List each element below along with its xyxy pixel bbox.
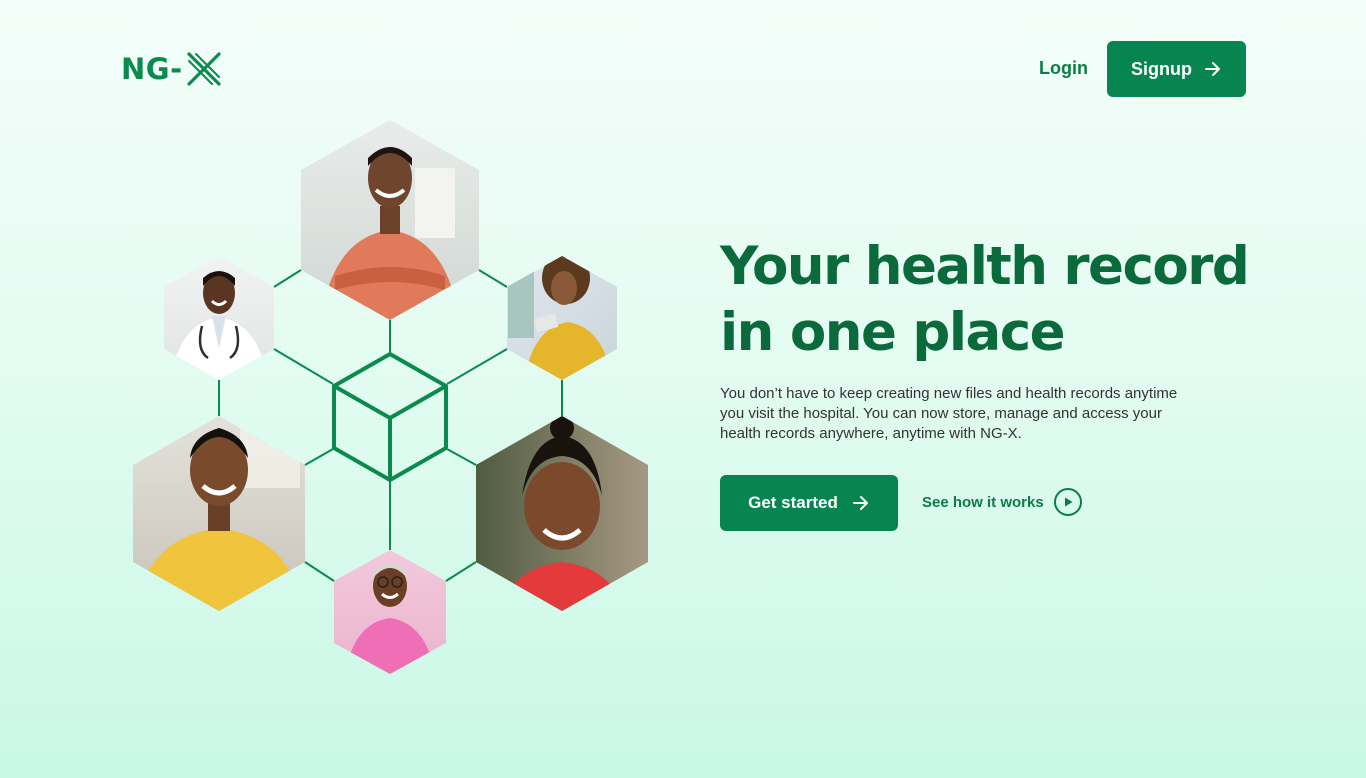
- arrow-right-icon: [1205, 62, 1220, 76]
- girl-red-dress-photo: [476, 416, 648, 611]
- hero-description: You don’t have to keep creating new file…: [720, 385, 1178, 442]
- signup-button[interactable]: Signup: [1107, 41, 1246, 97]
- login-link[interactable]: Login: [1039, 58, 1088, 79]
- man-orange-shirt-photo: [301, 120, 479, 320]
- doctor-photo: [164, 256, 274, 380]
- hero-illustration: [133, 120, 648, 674]
- play-circle-icon: [1053, 488, 1082, 516]
- get-started-button[interactable]: Get started: [720, 475, 898, 531]
- cube-icon: [332, 352, 448, 482]
- get-started-label: Get started: [748, 493, 838, 512]
- page-title: Your health record in one place: [720, 236, 1250, 363]
- older-woman-pink-photo: [334, 550, 446, 674]
- logo-text: NG-: [121, 51, 183, 86]
- woman-yellow-top-photo: [133, 416, 305, 611]
- woman-phone-photo: [507, 256, 617, 380]
- logo-x-icon: [187, 52, 221, 86]
- see-how-it-works-label: See how it works: [922, 493, 1044, 511]
- signup-label: Signup: [1131, 58, 1192, 79]
- arrow-right-icon: [852, 496, 868, 510]
- see-how-it-works-link[interactable]: See how it works: [922, 488, 1082, 516]
- logo[interactable]: NG-: [121, 50, 223, 88]
